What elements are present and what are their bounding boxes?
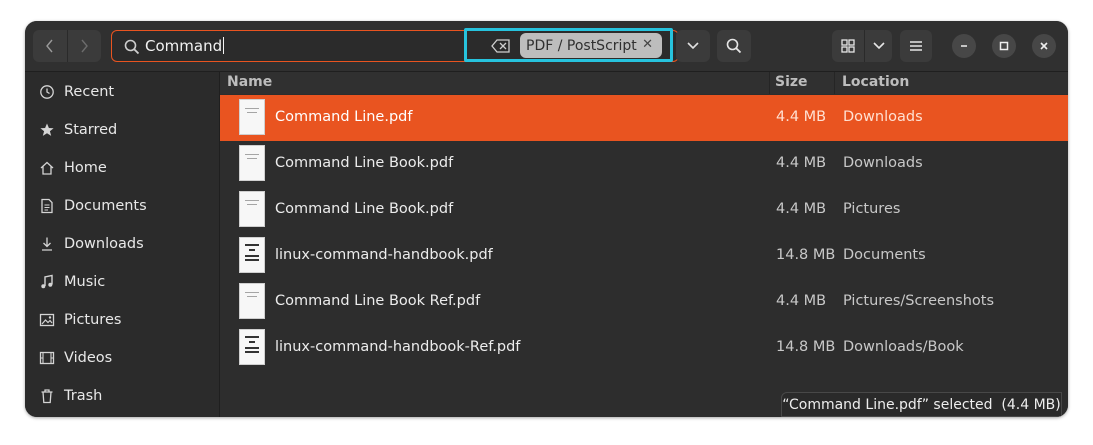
file-location: Downloads/Book [843,339,964,355]
backspace-icon[interactable] [491,39,511,53]
search-button[interactable] [717,30,751,62]
picture-icon [39,312,55,328]
grid-icon [841,39,855,53]
file-row[interactable]: linux-command-handbook.pdf 14.8 MB Docum… [220,233,1068,279]
music-icon [39,274,55,290]
sidebar-item-label: Videos [64,350,113,366]
search-icon [124,39,140,55]
sidebar-item-label: Documents [64,198,147,214]
pdf-thumbnail-icon [240,238,264,272]
file-size: 14.8 MB [776,339,836,355]
file-manager-window: Command PDF / PostScript ✕ Recent Starre… [25,21,1068,417]
file-row[interactable]: Command Line Book Ref.pdf 4.4 MB Picture… [220,279,1068,325]
column-name[interactable]: Name [227,74,272,90]
search-icon [726,38,742,54]
selection-status: “Command Line.pdf” selected (4.4 MB) [781,392,1062,417]
file-name: linux-command-handbook.pdf [275,247,493,263]
maximize-button[interactable] [992,34,1016,58]
hamburger-menu-icon [910,41,922,51]
file-row[interactable]: Command Line Book.pdf 4.4 MB Pictures [220,187,1068,233]
forward-arrow-icon [81,39,89,53]
sidebar-item-starred[interactable]: Starred [25,111,219,149]
filter-chip-label: PDF / PostScript [526,37,637,54]
grid-view-button[interactable] [832,30,865,62]
back-button[interactable] [33,30,67,62]
column-location[interactable]: Location [842,74,909,90]
file-list: Name Size Location Command Line.pdf 4.4 … [220,72,1068,417]
pdf-thumbnail-icon [240,284,264,318]
sidebar-item-videos[interactable]: Videos [25,339,219,377]
file-name: Command Line Book Ref.pdf [275,293,481,309]
file-name: Command Line Book.pdf [275,201,454,217]
sidebar-item-downloads[interactable]: Downloads [25,225,219,263]
file-name: linux-command-handbook-Ref.pdf [275,339,521,355]
back-arrow-icon [45,39,53,53]
header-bar: Command PDF / PostScript ✕ [25,21,1068,72]
sidebar-item-pictures[interactable]: Pictures [25,301,219,339]
video-icon [39,350,55,366]
sidebar-item-recent[interactable]: Recent [25,73,219,111]
sidebar-item-label: Downloads [64,236,144,252]
file-row[interactable]: linux-command-handbook-Ref.pdf 14.8 MB D… [220,325,1068,371]
file-size: 4.4 MB [776,109,827,125]
sidebar-item-label: Trash [64,388,103,404]
file-location: Documents [843,247,926,263]
view-mode-group [832,30,892,62]
navigation-buttons [33,30,101,62]
file-row[interactable]: Command Line.pdf 4.4 MB Downloads [220,95,1068,141]
star-icon [39,122,55,138]
chevron-down-icon [687,42,699,50]
sidebar-item-label: Recent [64,84,115,100]
sidebar-item-label: Pictures [64,312,122,328]
sidebar-item-home[interactable]: Home [25,149,219,187]
forward-button[interactable] [66,30,102,62]
file-size: 14.8 MB [776,247,836,263]
maximize-icon [999,41,1009,51]
file-size: 4.4 MB [776,201,827,217]
search-options-dropdown[interactable] [676,30,710,62]
filter-chip[interactable]: PDF / PostScript ✕ [520,33,662,58]
download-icon [39,236,55,252]
pdf-thumbnail-icon [240,146,264,180]
sidebar-item-documents[interactable]: Documents [25,187,219,225]
file-size: 4.4 MB [776,155,827,171]
pdf-thumbnail-icon [240,192,264,226]
sidebar: Recent Starred Home Documents Downloads [25,72,220,417]
chevron-down-icon [872,42,885,50]
minimize-icon [961,45,967,47]
close-button[interactable] [1032,34,1056,58]
sidebar-item-label: Music [64,274,106,290]
pdf-thumbnail-icon [240,330,264,364]
column-size[interactable]: Size [775,74,808,90]
file-location: Downloads [843,109,923,125]
view-options-dropdown[interactable] [865,30,892,62]
sidebar-item-label: Starred [64,122,118,138]
main-menu-button[interactable] [900,30,932,62]
file-name: Command Line.pdf [275,109,413,125]
file-row[interactable]: Command Line Book.pdf 4.4 MB Downloads [220,141,1068,187]
sidebar-item-trash[interactable]: Trash [25,377,219,415]
file-location: Pictures/Screenshots [843,293,995,309]
column-header: Name Size Location [220,72,1068,94]
clock-icon [39,84,55,100]
home-icon [39,160,55,176]
pdf-thumbnail-icon [240,100,264,134]
file-size: 4.4 MB [776,293,827,309]
minimize-button[interactable] [952,34,976,58]
sidebar-item-label: Home [64,160,107,176]
trash-icon [39,388,55,404]
file-location: Pictures [843,201,901,217]
search-query: Command [145,37,225,55]
document-icon [39,198,55,214]
sidebar-item-music[interactable]: Music [25,263,219,301]
chip-close-icon[interactable]: ✕ [642,37,653,52]
file-location: Downloads [843,155,923,171]
file-name: Command Line Book.pdf [275,155,454,171]
close-icon [1040,42,1048,50]
